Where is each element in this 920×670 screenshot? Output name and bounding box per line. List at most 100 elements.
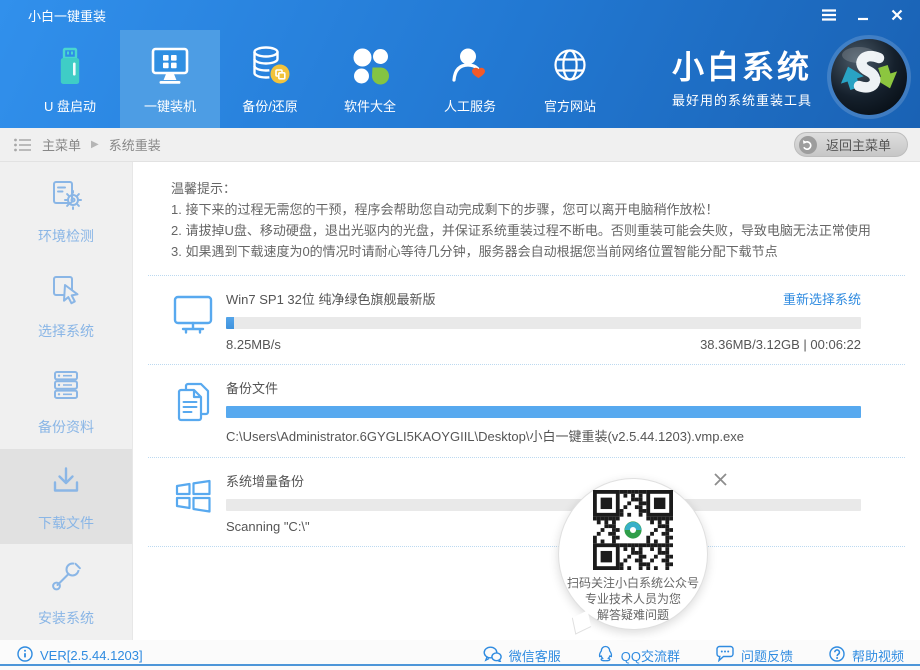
brand-text: 小白系统 最好用的系统重装工具 [672, 50, 812, 109]
backup-progress-bar [226, 406, 861, 418]
download-speed: 8.25MB/s [226, 337, 281, 352]
progress-sections: Win7 SP1 32位 纯净绿色旗舰最新版 重新选择系统 8.25MB/s 3… [148, 275, 905, 547]
back-button-label: 返回主菜单 [826, 135, 891, 154]
nav-label: 软件大全 [344, 96, 396, 115]
close-icon[interactable] [884, 4, 910, 26]
window-title: 小白一键重装 [28, 6, 106, 25]
reselect-system-link[interactable]: 重新选择系统 [783, 289, 861, 308]
breadcrumb-arrow-icon: ▶ [91, 139, 99, 150]
download-progress-bar [226, 317, 861, 329]
menu-icon[interactable] [816, 4, 842, 26]
version-text: VER[2.5.44.1203] [40, 648, 143, 663]
database-backup-icon [247, 43, 293, 89]
tips-line-2: 2. 请拔掉U盘、移动硬盘，退出光驱内的光盘，并保证系统重装过程不断电。否则重装… [171, 220, 890, 241]
sidebar-item-download-files[interactable]: 下载文件 [0, 449, 132, 545]
usb-drive-icon [48, 43, 92, 89]
backup-file-section: 备份文件 C:\Users\Administrator.6GYGLI5KAOYG… [148, 365, 905, 458]
qr-popup-line-2: 专业技术人员为您 [559, 591, 707, 607]
download-icon [46, 461, 86, 504]
monitor-outline-icon [172, 289, 214, 352]
nav-label: 一键装机 [144, 96, 196, 115]
documents-icon [172, 378, 214, 445]
windows-logo-icon [172, 471, 214, 534]
nav-label: 人工服务 [444, 96, 496, 115]
info-icon [17, 646, 33, 665]
breadcrumb-root[interactable]: 主菜单 [42, 135, 81, 154]
incremental-progress-bar [226, 499, 861, 511]
incremental-backup-section: 系统增量备份 Scanning "C:\" [148, 458, 905, 547]
wrench-icon [46, 556, 86, 599]
nav-label: U 盘启动 [44, 96, 96, 115]
brand-logo-icon [826, 34, 912, 125]
footer-link-label: 微信客服 [509, 646, 561, 665]
brand-tagline: 最好用的系统重装工具 [672, 90, 812, 109]
qr-code [593, 490, 673, 570]
minimize-icon[interactable] [850, 4, 876, 26]
tips-line-1: 1. 接下来的过程无需您的干预，程序会帮助您自动完成剩下的步骤，您可以离开电脑稍… [171, 199, 890, 220]
sidebar-item-label: 选择系统 [38, 321, 94, 341]
incremental-backup-title: 系统增量备份 [226, 471, 304, 490]
nav-item-usb-boot[interactable]: U 盘启动 [20, 30, 120, 128]
window-controls [816, 4, 910, 26]
sidebar-item-install-system[interactable]: 安装系统 [0, 544, 132, 640]
server-stack-icon [46, 365, 86, 408]
feedback-bubble-icon [716, 645, 734, 665]
download-progress-text: 38.36MB/3.12GB | 00:06:22 [700, 337, 861, 352]
main-content: 温馨提示： 1. 接下来的过程无需您的干预，程序会帮助您自动完成剩下的步骤，您可… [133, 162, 920, 640]
globe-icon [547, 43, 593, 89]
footer-link-label: 帮助视频 [852, 646, 904, 665]
back-arrow-icon [799, 136, 817, 154]
qr-popup: 扫码关注小白系统公众号 专业技术人员为您 解答疑难问题 [558, 478, 708, 630]
breadcrumb: 主菜单 ▶ 系统重装 返回主菜单 [0, 128, 920, 162]
nav-item-software-center[interactable]: 软件大全 [320, 30, 420, 128]
help-icon [829, 646, 845, 665]
help-video-link[interactable]: 帮助视频 [829, 645, 904, 665]
status-footer: VER[2.5.44.1203] 微信客服 [0, 640, 920, 670]
nav-item-backup-restore[interactable]: 备份/还原 [220, 30, 320, 128]
step-sidebar: 环境检测 选择系统 备份资料 [0, 162, 133, 640]
sidebar-item-label: 安装系统 [38, 608, 94, 628]
footer-links: 微信客服 QQ交流群 问题反馈 [447, 645, 904, 665]
wechat-support-link[interactable]: 微信客服 [483, 645, 561, 665]
sidebar-item-label: 环境检测 [38, 226, 94, 246]
wechat-icon [483, 646, 502, 665]
tips-title: 温馨提示： [171, 178, 890, 199]
footer-link-label: QQ交流群 [621, 646, 680, 665]
nav-label: 备份/还原 [242, 96, 298, 115]
incremental-backup-status: Scanning "C:\" [226, 519, 310, 534]
env-check-icon [46, 174, 86, 217]
brand-block: 小白系统 最好用的系统重装工具 [672, 30, 912, 128]
qq-group-link[interactable]: QQ交流群 [597, 645, 680, 665]
qq-penguin-icon [597, 645, 614, 665]
monitor-install-icon [147, 43, 193, 89]
title-bar: 小白一键重装 [0, 0, 920, 30]
nav-item-human-service[interactable]: 人工服务 [420, 30, 520, 128]
nav-label: 官方网站 [544, 96, 596, 115]
qr-popup-line-3: 解答疑难问题 [559, 607, 707, 623]
download-title: Win7 SP1 32位 纯净绿色旗舰最新版 [226, 289, 436, 308]
sidebar-item-env-check[interactable]: 环境检测 [0, 162, 132, 258]
tips-line-3: 3. 如果遇到下载速度为0的情况时请耐心等待几分钟，服务器会自动根据您当前网络位… [171, 241, 890, 262]
breadcrumb-current: 系统重装 [109, 135, 161, 154]
main-nav: U 盘启动 一键装机 [0, 30, 920, 128]
brand-name: 小白系统 [672, 50, 812, 84]
nav-item-official-site[interactable]: 官方网站 [520, 30, 620, 128]
sidebar-item-choose-system[interactable]: 选择系统 [0, 258, 132, 354]
back-to-main-menu-button[interactable]: 返回主菜单 [794, 132, 908, 157]
footer-link-label: 问题反馈 [741, 646, 793, 665]
nav-item-one-click-install[interactable]: 一键装机 [120, 30, 220, 128]
incremental-backup-body: 系统增量备份 Scanning "C:\" [226, 471, 861, 534]
menu-list-icon [14, 138, 32, 152]
qr-popup-close-icon[interactable] [709, 468, 731, 490]
feedback-link[interactable]: 问题反馈 [716, 645, 793, 665]
tips-block: 温馨提示： 1. 接下来的过程无需您的干预，程序会帮助您自动完成剩下的步骤，您可… [133, 162, 920, 262]
app-header: 小白一键重装 U 盘启动 [0, 0, 920, 128]
sidebar-item-label: 下载文件 [38, 513, 94, 533]
version-info: VER[2.5.44.1203] [17, 646, 143, 665]
apps-petals-icon [347, 43, 393, 89]
backup-file-path: C:\Users\Administrator.6GYGLI5KAOYGIIL\D… [226, 426, 744, 445]
person-service-icon [447, 43, 493, 89]
select-cursor-icon [46, 269, 86, 312]
sidebar-item-backup-data[interactable]: 备份资料 [0, 353, 132, 449]
download-section: Win7 SP1 32位 纯净绿色旗舰最新版 重新选择系统 8.25MB/s 3… [148, 276, 905, 365]
